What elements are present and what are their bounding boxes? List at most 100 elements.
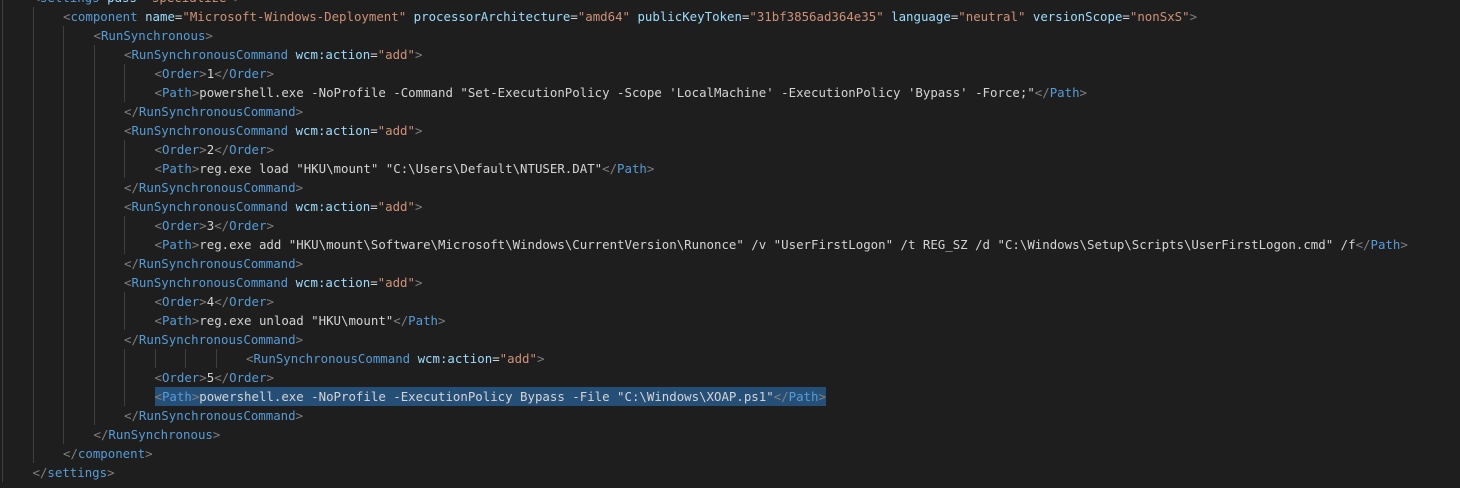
code-line[interactable]: <component name="Microsoft-Windows-Deplo… bbox=[0, 7, 1460, 26]
token-tag-name: settings bbox=[40, 0, 100, 5]
indent-guide bbox=[2, 311, 3, 330]
code-line[interactable]: <Order>4</Order> bbox=[0, 292, 1460, 311]
code-line[interactable]: </RunSynchronousCommand> bbox=[0, 254, 1460, 273]
code-text: <RunSynchronous> bbox=[94, 26, 213, 45]
indent-guide bbox=[93, 406, 95, 425]
code-line[interactable]: <RunSynchronous> bbox=[0, 26, 1460, 45]
token-punctuation: > bbox=[646, 161, 655, 176]
token-tag-name: RunSynchronousCommand bbox=[138, 408, 296, 423]
token-tag-name: RunSynchronous bbox=[100, 28, 206, 43]
indent-guide bbox=[32, 254, 34, 273]
indent-guide bbox=[32, 368, 34, 387]
code-text: </RunSynchronous> bbox=[94, 425, 221, 444]
indent-guide bbox=[63, 26, 64, 45]
indent-guide bbox=[2, 330, 3, 349]
indent-guide bbox=[63, 178, 64, 197]
code-line[interactable]: <Path>powershell.exe -NoProfile -Executi… bbox=[0, 387, 1460, 406]
token-tag-name: Path bbox=[161, 313, 192, 328]
indent-guide bbox=[124, 235, 125, 254]
token-punctuation: < bbox=[154, 142, 162, 157]
token-tag-name: Path bbox=[161, 389, 192, 404]
token-punctuation: </ bbox=[1355, 237, 1371, 252]
indent-guide bbox=[124, 64, 125, 83]
indent-guide bbox=[2, 178, 3, 197]
token-attribute-value: "add" bbox=[377, 47, 415, 62]
token-punctuation: < bbox=[93, 28, 101, 43]
token-punctuation: < bbox=[154, 218, 162, 233]
code-line[interactable]: </RunSynchronousCommand> bbox=[0, 330, 1460, 349]
code-line[interactable]: <Path>reg.exe load "HKU\mount" "C:\Users… bbox=[0, 159, 1460, 178]
token-attribute-name: versionScope bbox=[1032, 9, 1123, 24]
token-punctuation: > bbox=[414, 199, 423, 214]
code-line[interactable]: </RunSynchronousCommand> bbox=[0, 102, 1460, 121]
code-text: <RunSynchronousCommand wcm:action="add"> bbox=[246, 349, 544, 368]
indent-guide bbox=[2, 0, 3, 7]
indent-guide bbox=[93, 45, 95, 64]
indent-guide bbox=[93, 216, 95, 235]
token-attribute-name: wcm:action bbox=[295, 47, 371, 62]
token-punctuation: </ bbox=[393, 313, 409, 328]
indent-guide bbox=[32, 26, 34, 45]
code-line[interactable]: </settings> bbox=[0, 463, 1460, 482]
code-line[interactable]: </RunSynchronousCommand> bbox=[0, 178, 1460, 197]
token-tag-name: component bbox=[77, 446, 146, 461]
indent-guide bbox=[2, 216, 3, 235]
code-line[interactable]: <Path>reg.exe add "HKU\mount\Software\Mi… bbox=[0, 235, 1460, 254]
code-line[interactable]: </RunSynchronousCommand> bbox=[0, 406, 1460, 425]
code-line[interactable]: <Order>2</Order> bbox=[0, 140, 1460, 159]
code-text: <RunSynchronousCommand wcm:action="add"> bbox=[124, 45, 422, 64]
code-line[interactable]: <Order>5</Order> bbox=[0, 368, 1460, 387]
token-text: reg.exe unload "HKU\mount" bbox=[199, 313, 394, 328]
token-punctuation: > bbox=[818, 389, 826, 404]
code-editor[interactable]: <settings pass="specialize"><component n… bbox=[0, 0, 1460, 488]
indent-guide bbox=[63, 273, 64, 292]
token-punctuation: </ bbox=[214, 218, 230, 233]
code-text: <RunSynchronousCommand wcm:action="add"> bbox=[124, 273, 422, 292]
token-text: = bbox=[370, 47, 378, 62]
code-line[interactable]: </component> bbox=[0, 444, 1460, 463]
token-attribute-name: wcm:action bbox=[417, 351, 493, 366]
indent-guide bbox=[63, 102, 64, 121]
token-punctuation: > bbox=[266, 370, 274, 385]
code-line[interactable]: <RunSynchronousCommand wcm:action="add"> bbox=[0, 45, 1460, 64]
token-punctuation: </ bbox=[214, 370, 230, 385]
token-punctuation: > bbox=[266, 66, 274, 81]
code-line[interactable]: <RunSynchronousCommand wcm:action="add"> bbox=[0, 349, 1460, 368]
indent-guide bbox=[32, 387, 34, 406]
code-line[interactable]: <Order>3</Order> bbox=[0, 216, 1460, 235]
code-line[interactable]: </RunSynchronous> bbox=[0, 425, 1460, 444]
token-punctuation: > bbox=[295, 180, 304, 195]
code-line[interactable]: <settings pass="specialize"> bbox=[0, 0, 1460, 7]
code-line[interactable]: <RunSynchronousCommand wcm:action="add"> bbox=[0, 197, 1460, 216]
code-line[interactable]: <Path>powershell.exe -NoProfile -Command… bbox=[0, 83, 1460, 102]
token-text: = bbox=[370, 275, 378, 290]
token-punctuation: > bbox=[438, 313, 446, 328]
token-punctuation: < bbox=[154, 313, 162, 328]
token-punctuation: > bbox=[295, 332, 304, 347]
token-punctuation: </ bbox=[602, 161, 618, 176]
code-line[interactable]: <Order>1</Order> bbox=[0, 64, 1460, 83]
code-line[interactable]: <RunSynchronousCommand wcm:action="add"> bbox=[0, 121, 1460, 140]
token-punctuation: > bbox=[205, 28, 213, 43]
token-punctuation: > bbox=[295, 256, 304, 271]
code-text: </RunSynchronousCommand> bbox=[124, 406, 303, 425]
token-punctuation: > bbox=[199, 218, 207, 233]
token-punctuation: </ bbox=[124, 104, 139, 119]
code-line[interactable]: <Path>reg.exe unload "HKU\mount"</Path> bbox=[0, 311, 1460, 330]
token-punctuation: > bbox=[414, 47, 423, 62]
indent-guide bbox=[124, 387, 125, 406]
token-punctuation: > bbox=[199, 66, 207, 81]
token-punctuation: </ bbox=[1034, 85, 1050, 100]
indent-guide bbox=[63, 387, 64, 406]
indent-guide bbox=[32, 121, 34, 140]
indent-guide bbox=[93, 292, 95, 311]
code-line[interactable]: <RunSynchronousCommand wcm:action="add"> bbox=[0, 273, 1460, 292]
code-text: </RunSynchronousCommand> bbox=[124, 178, 303, 197]
code-text: <Order>3</Order> bbox=[155, 216, 274, 235]
token-punctuation: > bbox=[234, 0, 241, 5]
indent-guide bbox=[32, 178, 34, 197]
token-punctuation: </ bbox=[214, 294, 230, 309]
